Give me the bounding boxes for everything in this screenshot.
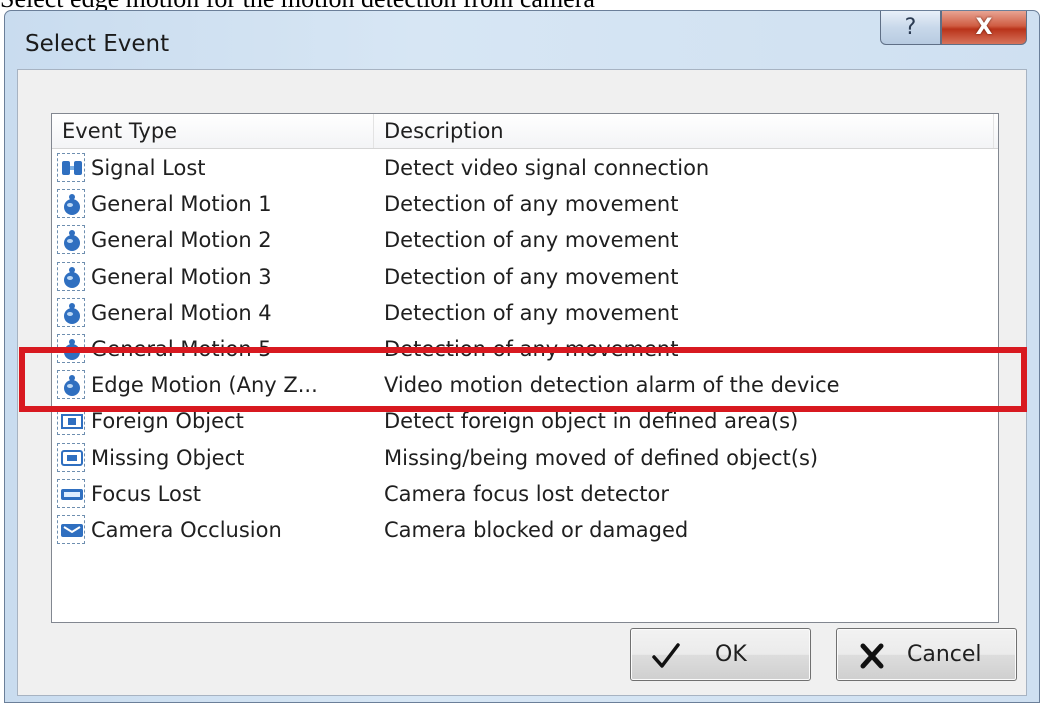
title-bar[interactable]: Select Event ? X xyxy=(5,11,1039,69)
focus-lost-icon xyxy=(57,478,87,510)
description-cell: Detection of any movement xyxy=(384,192,679,217)
description-cell: Camera blocked or damaged xyxy=(384,518,689,542)
camera-occlusion-icon xyxy=(57,515,87,546)
list-header: Event Type Description xyxy=(52,114,998,149)
highlight-box xyxy=(19,347,1027,412)
close-icon: X xyxy=(975,15,993,40)
event-type-cell: Focus Lost xyxy=(91,481,202,506)
help-icon: ? xyxy=(904,15,917,40)
event-type-cell: Signal Lost xyxy=(91,156,206,180)
motion-icon xyxy=(57,225,87,256)
list-item[interactable]: Camera Occlusion Camera blocked or damage… xyxy=(52,512,998,548)
missing-object-icon xyxy=(57,442,87,474)
column-header-description[interactable]: Description xyxy=(374,114,994,148)
dialog-title: Select Event xyxy=(25,31,170,57)
description-cell: Camera focus lost detector xyxy=(384,481,669,506)
list-item[interactable]: Signal Lost Detect video signal connectio… xyxy=(52,150,998,186)
cancel-label: Cancel xyxy=(907,642,982,667)
ok-button[interactable]: OK xyxy=(630,628,811,681)
list-item[interactable]: General Motion 2 Detection of any movemen… xyxy=(52,222,998,258)
motion-icon xyxy=(57,261,87,293)
motion-icon xyxy=(57,297,87,329)
event-type-cell: General Motion 2 xyxy=(91,228,272,253)
list-item[interactable]: General Motion 3 Detection of any movemen… xyxy=(52,259,998,295)
description-cell: Missing/being moved of defined object(s) xyxy=(384,445,819,470)
motion-icon xyxy=(57,189,87,220)
list-item[interactable]: Missing Object Missing/being moved of def… xyxy=(52,440,998,476)
list-item[interactable]: Focus Lost Camera focus lost detector xyxy=(52,476,998,512)
cancel-button[interactable]: Cancel xyxy=(836,628,1017,681)
list-item[interactable]: General Motion 4 Detection of any movemen… xyxy=(52,295,998,331)
description-cell: Detection of any movement xyxy=(384,228,679,253)
list-item[interactable]: General Motion 1 Detection of any movemen… xyxy=(52,186,998,222)
event-type-cell: General Motion 3 xyxy=(91,264,272,289)
description-cell: Detection of any movement xyxy=(384,264,679,289)
event-type-cell: Missing Object xyxy=(91,445,245,470)
x-mark-icon xyxy=(860,643,884,669)
signal-lost-icon xyxy=(57,153,87,184)
column-header-event-type[interactable]: Event Type xyxy=(52,114,374,148)
ok-label: OK xyxy=(715,642,747,667)
description-cell: Detection of any movement xyxy=(384,300,679,325)
event-type-cell: General Motion 4 xyxy=(91,300,272,325)
help-button[interactable]: ? xyxy=(880,11,941,45)
close-button[interactable]: X xyxy=(941,11,1027,45)
event-type-cell: General Motion 1 xyxy=(91,192,272,217)
checkmark-icon xyxy=(652,643,680,668)
event-type-cell: Camera Occlusion xyxy=(91,518,282,542)
description-cell: Detect video signal connection xyxy=(384,156,710,180)
